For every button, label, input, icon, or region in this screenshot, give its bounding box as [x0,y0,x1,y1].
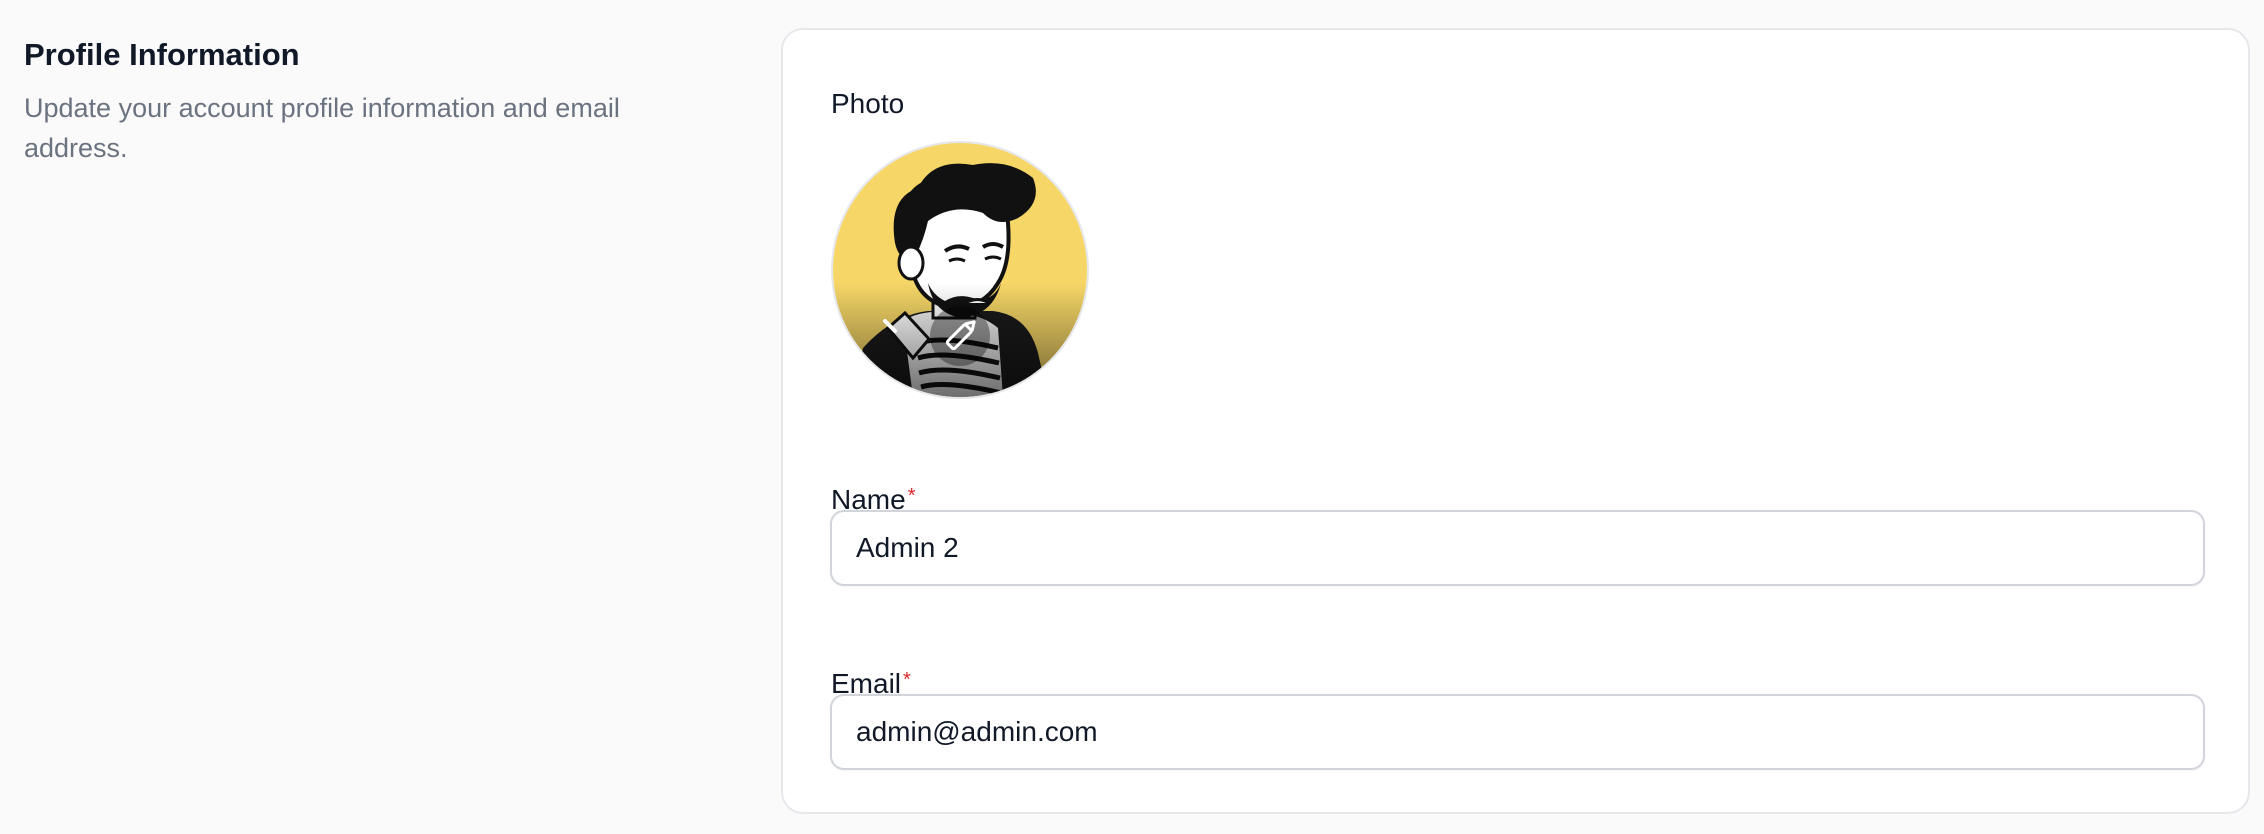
email-input[interactable] [830,694,2205,770]
profile-form-card: Photo Name * Admin 2 Email * admin@admin… [781,28,2250,814]
profile-information-page: Profile Information Update your account … [0,0,2264,834]
name-required-mark: * [907,485,916,507]
name-input[interactable] [830,510,2205,586]
section-description: Update your account profile information … [24,93,620,163]
email-required-mark: * [903,669,911,691]
photo-label: Photo [831,88,905,119]
avatar-upload[interactable] [831,141,1089,399]
avatar-illustration-icon [833,143,1087,397]
section-header: Profile Information Update your account … [24,28,744,168]
section-title: Profile Information [24,37,300,72]
